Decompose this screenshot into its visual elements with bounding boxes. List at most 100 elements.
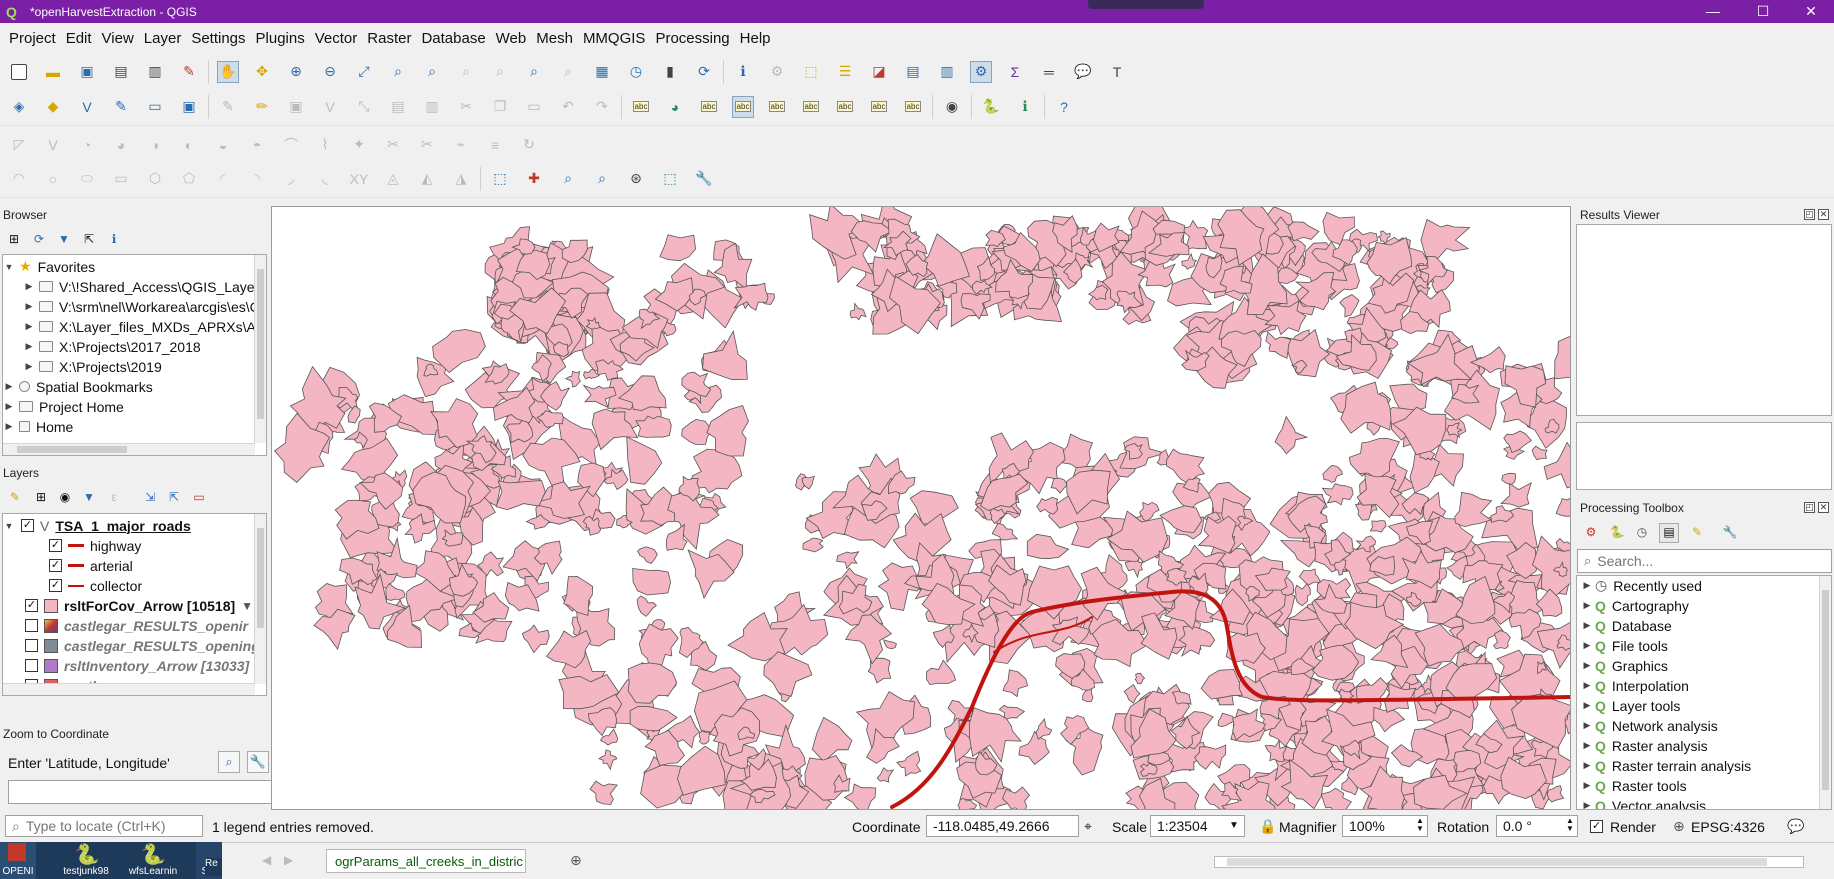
browser-item-folder[interactable]: ▶ V:\srm\nel\Workarea\arcgis\es\Cur bbox=[23, 298, 266, 315]
browser-properties-icon[interactable]: ℹ bbox=[106, 231, 122, 247]
browser-item-folder[interactable]: ▶ V:\!Shared_Access\QGIS_Layer_Lib bbox=[23, 278, 266, 295]
expand-arrow-icon[interactable]: ▶ bbox=[23, 281, 35, 292]
rotate-label-icon[interactable]: abc bbox=[868, 96, 890, 118]
add-regular-polygon-icon[interactable]: ⬡ bbox=[144, 168, 166, 190]
toolbox-item-layer-tools[interactable]: ▶ Q Layer tools bbox=[1581, 697, 1681, 714]
expand-all-icon[interactable]: ⇲ bbox=[142, 489, 158, 505]
arrow-left-icon[interactable]: ◀ bbox=[262, 853, 271, 867]
filter-legend-icon[interactable]: ▼ bbox=[81, 489, 97, 505]
lock-icon[interactable]: 🔒 bbox=[1259, 818, 1276, 835]
text-annotation-icon[interactable]: T bbox=[1106, 61, 1128, 83]
offset-curve-icon[interactable]: ◓ bbox=[246, 134, 268, 156]
spinner-arrows-icon[interactable]: ▲ ▼ bbox=[1566, 817, 1574, 833]
models-icon[interactable]: ⚙ bbox=[1583, 524, 1599, 540]
processing-toolbox-icon[interactable]: ⚙ bbox=[970, 60, 992, 83]
legend-item-checkbox[interactable]: ✓ bbox=[49, 579, 62, 592]
plugin-zoom-selection-icon[interactable]: ⌕ bbox=[591, 168, 613, 190]
expand-arrow-icon[interactable]: ▶ bbox=[23, 361, 35, 372]
browser-item-folder[interactable]: ▶ X:\Layer_files_MXDs_APRXs\ArcGIS bbox=[23, 318, 266, 335]
vertex-tool-icon[interactable]: ⤡ bbox=[353, 96, 375, 118]
zoom-to-layer-icon[interactable]: ⌕ bbox=[421, 61, 443, 83]
pin-unpin-labels-icon[interactable]: abc bbox=[766, 96, 788, 118]
messages-icon[interactable]: 💬 bbox=[1787, 818, 1804, 835]
save-project-icon[interactable]: ▣ bbox=[76, 61, 98, 83]
toolbox-item-interpolation[interactable]: ▶ Q Interpolation bbox=[1581, 677, 1689, 694]
move-label-icon[interactable]: abc bbox=[834, 96, 856, 118]
identify-features-icon[interactable]: ℹ bbox=[732, 61, 754, 83]
manage-map-themes-icon[interactable]: ◉ bbox=[57, 489, 73, 505]
split-parts-icon[interactable]: ✂ bbox=[416, 134, 438, 156]
layer-item-castlegar-results-openings[interactable]: castlegar_RESULTS_openings bbox=[25, 637, 266, 654]
style-manager-icon[interactable]: ✎ bbox=[178, 61, 200, 83]
add-group-icon[interactable]: ⊞ bbox=[33, 489, 49, 505]
editor-horizontal-scrollbar[interactable] bbox=[1214, 856, 1804, 868]
fill-ring-icon[interactable]: ◕ bbox=[110, 134, 132, 156]
menu-vector[interactable]: Vector bbox=[310, 30, 363, 47]
filter-indicator-icon[interactable]: ▼ bbox=[241, 599, 253, 613]
expand-arrow-icon[interactable]: ▶ bbox=[1581, 720, 1593, 731]
legend-item-arterial[interactable]: ✓ arterial bbox=[49, 557, 133, 574]
current-edits-icon[interactable]: ✎ bbox=[217, 96, 239, 118]
new-map-view-icon[interactable]: ▦ bbox=[591, 61, 613, 83]
help-contents-icon[interactable]: ? bbox=[1053, 96, 1075, 118]
legend-item-checkbox[interactable]: ✓ bbox=[49, 559, 62, 572]
add-part-icon[interactable]: ◔ bbox=[76, 134, 98, 156]
filter-by-expression-icon[interactable]: ε bbox=[106, 489, 122, 505]
menu-layer[interactable]: Layer bbox=[139, 30, 187, 47]
menu-web[interactable]: Web bbox=[491, 30, 532, 47]
new-spatialite-layer-icon[interactable]: ▭ bbox=[144, 96, 166, 118]
open-layer-styling-icon[interactable]: ✎ bbox=[7, 489, 23, 505]
menu-processing[interactable]: Processing bbox=[650, 30, 734, 47]
results-list[interactable] bbox=[1576, 224, 1832, 416]
taskbar-app[interactable]: Re bbox=[205, 858, 223, 876]
new-scratch-layer-icon[interactable]: ✎ bbox=[110, 96, 132, 118]
menu-help[interactable]: Help bbox=[735, 30, 776, 47]
add-feature-icon[interactable]: V bbox=[319, 96, 341, 118]
add-circle-icon[interactable]: ○ bbox=[42, 168, 64, 190]
render-checkbox[interactable]: ✓ bbox=[1590, 820, 1603, 833]
add-rectangle-icon[interactable]: ▭ bbox=[110, 168, 132, 190]
toggle-extents-icon[interactable]: ⌖ bbox=[1084, 818, 1092, 835]
add-ring-icon[interactable]: V bbox=[42, 134, 64, 156]
spinner-arrows-icon[interactable]: ▲ ▼ bbox=[1416, 817, 1424, 833]
reverse-line-icon[interactable]: ⌒ bbox=[280, 134, 302, 156]
close-toolbox-icon[interactable]: ✕ bbox=[1818, 502, 1829, 513]
layer-visibility-checkbox[interactable] bbox=[25, 619, 38, 632]
layer-visibility-checkbox[interactable]: ✓ bbox=[21, 519, 34, 532]
plugin-info-icon[interactable]: ℹ bbox=[1014, 96, 1036, 118]
browser-vertical-scrollbar[interactable] bbox=[254, 255, 266, 443]
menu-mesh[interactable]: Mesh bbox=[531, 30, 578, 47]
deselect-all-icon[interactable]: ◪ bbox=[868, 61, 890, 83]
layers-vertical-scrollbar[interactable] bbox=[254, 514, 266, 684]
undock-results-icon[interactable]: ◰ bbox=[1804, 209, 1815, 220]
expand-arrow-icon[interactable]: ▶ bbox=[1581, 640, 1593, 651]
menu-settings[interactable]: Settings bbox=[186, 30, 250, 47]
expand-arrow-icon[interactable]: ▶ bbox=[1581, 680, 1593, 691]
legend-item-checkbox[interactable]: ✓ bbox=[49, 539, 62, 552]
new-geopackage-layer-icon[interactable]: ◆ bbox=[42, 96, 64, 118]
expand-arrow-icon[interactable]: ▶ bbox=[1581, 780, 1593, 791]
data-source-manager-icon[interactable]: ◈ bbox=[8, 96, 30, 118]
highlight-pinned-labels-icon[interactable]: abc bbox=[698, 96, 720, 118]
toolbox-item-raster-terrain-analysis[interactable]: ▶ Q Raster terrain analysis bbox=[1581, 757, 1752, 774]
expand-arrow-icon[interactable]: ▶ bbox=[23, 301, 35, 312]
legend-item-highway[interactable]: ✓ highway bbox=[49, 537, 141, 554]
rotate-point-symbols-icon[interactable]: ↻ bbox=[518, 134, 540, 156]
collapse-arrow-icon[interactable]: ▼ bbox=[3, 521, 15, 531]
select-by-value-icon[interactable]: ☰ bbox=[834, 61, 856, 83]
scrollbar-thumb[interactable] bbox=[257, 269, 264, 419]
expand-arrow-icon[interactable]: ▶ bbox=[23, 321, 35, 332]
browser-item-home[interactable]: ▶ Home bbox=[3, 418, 74, 435]
zoom-out-icon[interactable]: ⊖ bbox=[319, 61, 341, 83]
browser-horizontal-scrollbar[interactable] bbox=[3, 443, 255, 455]
collapse-arrow-icon[interactable]: ▼ bbox=[3, 262, 15, 272]
toolbox-vertical-scrollbar[interactable] bbox=[1819, 576, 1831, 809]
menu-mmqgis[interactable]: MMQGIS bbox=[578, 30, 651, 47]
layer-visibility-checkbox[interactable] bbox=[25, 659, 38, 672]
attribute-table-icon[interactable]: ▤ bbox=[902, 61, 924, 83]
zoom-to-button[interactable]: ⌕ bbox=[218, 751, 240, 773]
toolbox-item-raster-tools[interactable]: ▶ Q Raster tools bbox=[1581, 777, 1687, 794]
minimize-button[interactable]: — bbox=[1690, 0, 1736, 23]
coordinate-settings-button[interactable]: 🔧 bbox=[247, 751, 269, 773]
delete-part-icon[interactable]: ◐ bbox=[178, 134, 200, 156]
